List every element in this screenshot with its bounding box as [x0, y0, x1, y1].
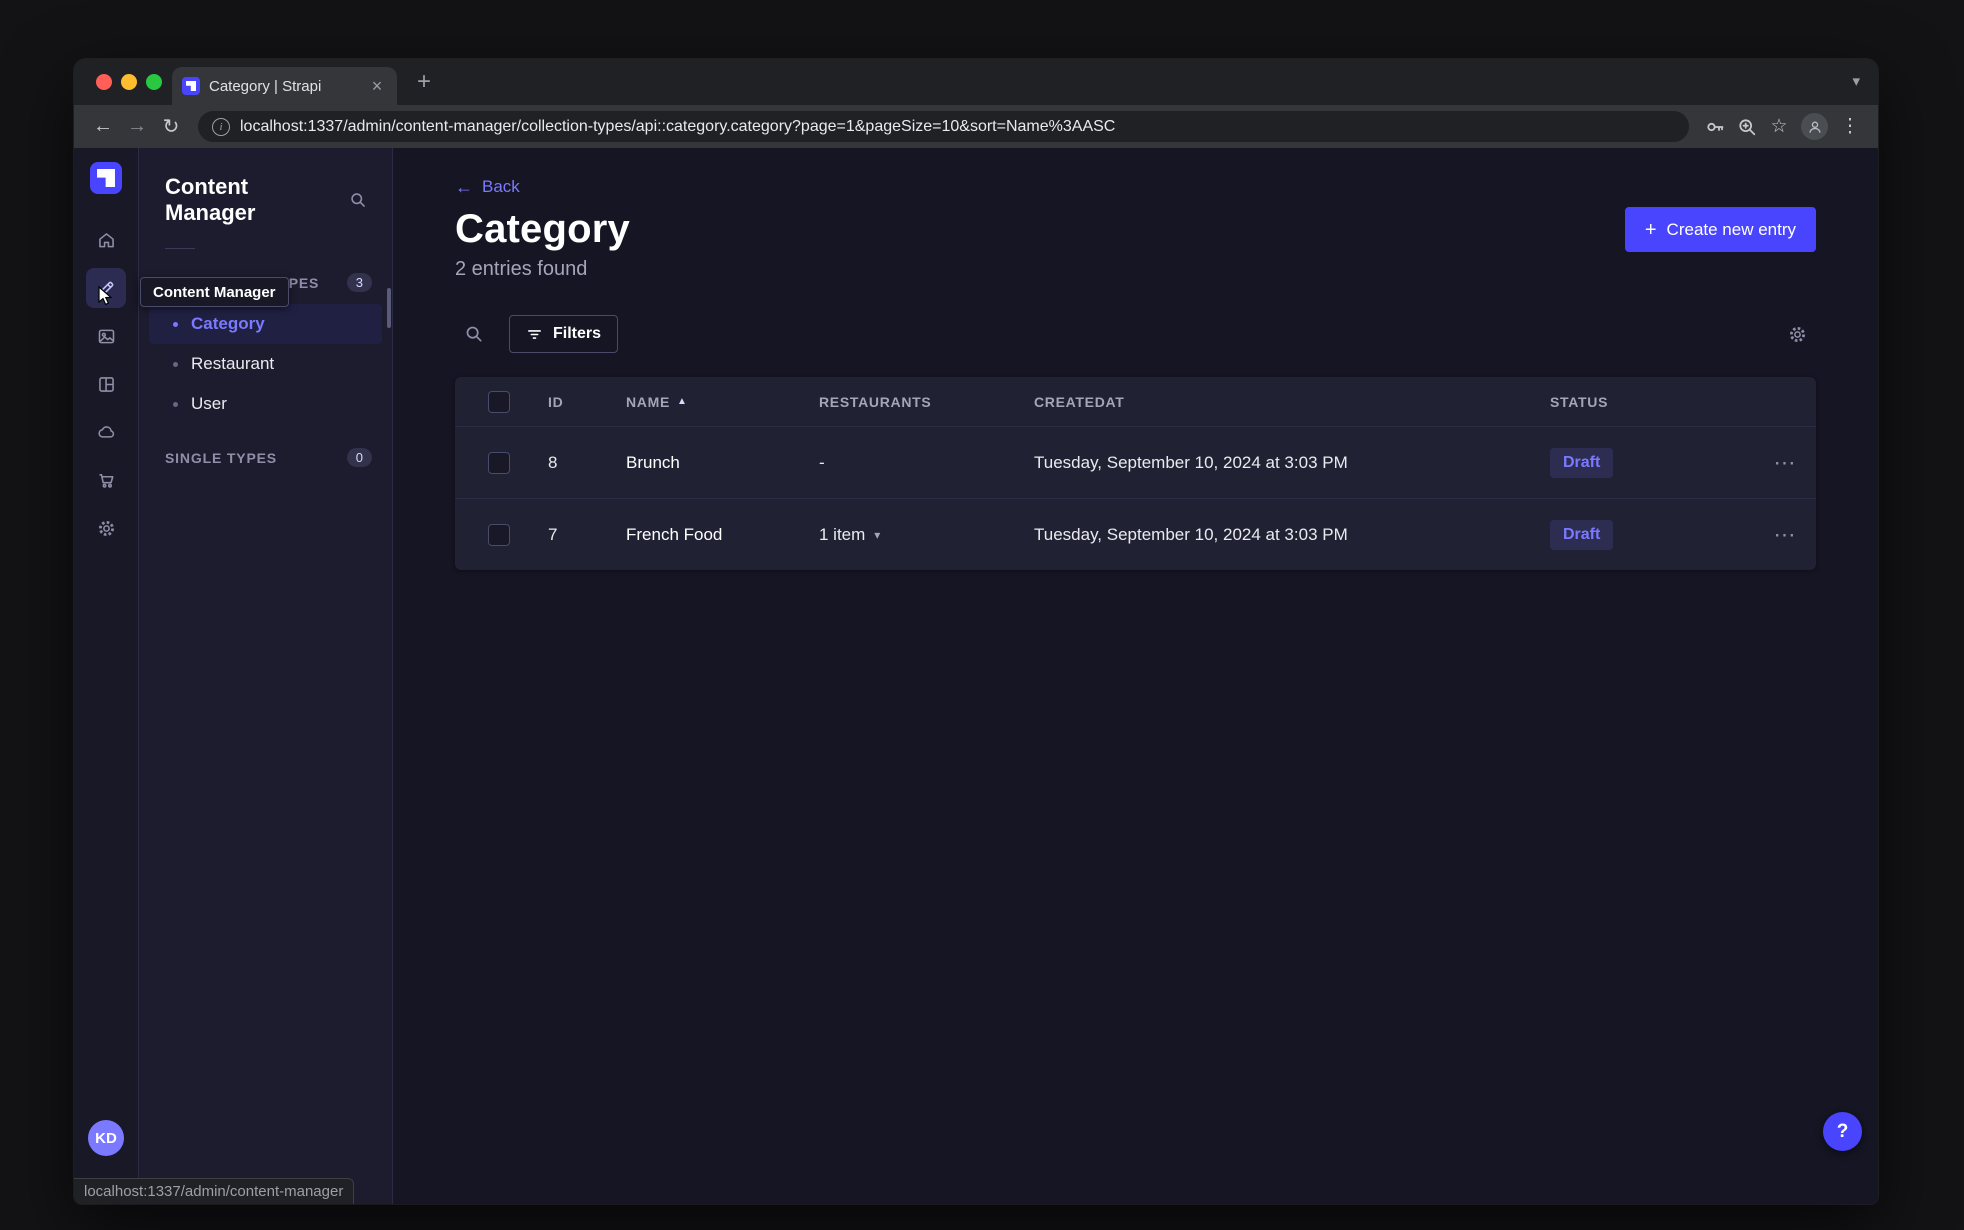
entries-table: ID NAME ▲ RESTAURANTS CREATEDAT STATUS 8… — [455, 377, 1816, 570]
tab-strip: Category | Strapi × + ▾ — [74, 59, 1878, 105]
cell-id: 8 — [548, 452, 558, 472]
browser-toolbar: ← → ↻ i localhost:1337/admin/content-man… — [74, 105, 1878, 148]
cell-createdat: Tuesday, September 10, 2024 at 3:03 PM — [1034, 524, 1348, 544]
page-title: Category — [455, 207, 630, 251]
strapi-favicon — [182, 77, 200, 95]
sidebar-item-label: Restaurant — [191, 354, 275, 373]
column-header-createdat[interactable]: CREATEDAT — [1034, 394, 1550, 410]
filter-icon — [528, 329, 541, 339]
site-info-icon[interactable]: i — [212, 117, 230, 136]
column-header-restaurants[interactable]: RESTAURANTS — [819, 394, 1034, 410]
list-search-icon[interactable] — [455, 315, 493, 353]
main-content: ← Back Category + Create new entry 2 ent… — [393, 148, 1878, 1204]
tab-close-icon[interactable]: × — [367, 76, 387, 96]
browser-reload-button[interactable]: ↻ — [154, 110, 188, 144]
nav-home-icon[interactable] — [86, 220, 126, 260]
browser-tab[interactable]: Category | Strapi × — [172, 67, 397, 105]
filters-button[interactable]: Filters — [509, 315, 619, 353]
window-controls — [96, 74, 162, 90]
select-all-checkbox[interactable] — [488, 390, 510, 413]
sidebar-item-label: User — [191, 394, 227, 413]
browser-window: Category | Strapi × + ▾ ← → ↻ i localhos… — [74, 59, 1878, 1204]
row-actions-icon[interactable]: ⋯ — [1763, 444, 1807, 482]
sidebar-item-restaurant[interactable]: Restaurant — [149, 344, 382, 384]
cell-restaurants[interactable]: 1 item ▾ — [819, 525, 1034, 545]
cell-name: French Food — [626, 524, 723, 544]
column-header-status[interactable]: STATUS — [1550, 394, 1745, 410]
back-arrow-icon: ← — [455, 177, 473, 197]
view-settings-icon[interactable] — [1778, 315, 1816, 353]
create-new-entry-button[interactable]: + Create new entry — [1624, 207, 1816, 252]
single-types-label: SINGLE TYPES — [165, 449, 277, 466]
tab-search-chevron-icon[interactable]: ▾ — [1852, 72, 1860, 90]
nav-cloud-icon[interactable] — [86, 412, 126, 452]
link-preview-status: localhost:1337/admin/content-manager — [74, 1178, 355, 1204]
cell-id: 7 — [548, 524, 558, 544]
bullet-icon — [173, 321, 178, 327]
nav-media-library-icon[interactable] — [86, 316, 126, 356]
subnav-title: Content Manager — [165, 174, 256, 225]
table-row[interactable]: 7 French Food 1 item ▾ Tuesday, Septembe… — [455, 498, 1816, 570]
row-checkbox[interactable] — [488, 523, 510, 546]
tab-title: Category | Strapi — [209, 77, 322, 95]
close-window-button[interactable] — [96, 74, 112, 90]
back-label: Back — [482, 177, 520, 196]
bullet-icon — [173, 361, 178, 367]
mouse-cursor — [95, 285, 117, 307]
subnav-divider — [165, 248, 195, 249]
strapi-app: KD Content Manager COLLECTION TYPES 3 — [74, 148, 1878, 1204]
sidebar-item-label: Category — [191, 314, 265, 333]
sort-ascending-icon: ▲ — [677, 396, 688, 407]
row-actions-icon[interactable]: ⋯ — [1763, 516, 1807, 554]
table-row[interactable]: 8 Brunch - Tuesday, September 10, 2024 a… — [455, 426, 1816, 498]
content-manager-tooltip: Content Manager — [140, 277, 289, 307]
collection-types-count-badge: 3 — [346, 273, 372, 292]
status-badge: Draft — [1550, 519, 1614, 550]
browser-profile-avatar[interactable] — [1801, 113, 1828, 140]
sidebar-item-category[interactable]: Category — [149, 304, 382, 344]
nav-content-type-builder-icon[interactable] — [86, 364, 126, 404]
minimize-window-button[interactable] — [121, 74, 137, 90]
nav-marketplace-icon[interactable] — [86, 460, 126, 500]
browser-back-button[interactable]: ← — [86, 110, 120, 144]
help-button[interactable]: ? — [1823, 1112, 1862, 1151]
column-header-id[interactable]: ID — [548, 394, 626, 410]
bookmark-star-icon[interactable]: ☆ — [1763, 111, 1795, 143]
subnav-search-icon[interactable] — [342, 184, 374, 216]
plus-icon: + — [1644, 218, 1657, 241]
new-tab-button[interactable]: + — [409, 67, 439, 97]
password-manager-icon[interactable] — [1699, 111, 1731, 143]
cell-restaurants: - — [819, 452, 825, 472]
status-badge: Draft — [1550, 447, 1614, 478]
table-header-row: ID NAME ▲ RESTAURANTS CREATEDAT STATUS — [455, 377, 1816, 426]
entries-count: 2 entries found — [455, 258, 588, 280]
column-header-name[interactable]: NAME ▲ — [626, 394, 819, 410]
url-text[interactable]: localhost:1337/admin/content-manager/col… — [240, 118, 1115, 136]
zoom-icon[interactable] — [1731, 111, 1763, 143]
bullet-icon — [173, 401, 178, 407]
expand-relation-icon: ▾ — [874, 527, 881, 542]
back-link[interactable]: ← Back — [455, 177, 1816, 197]
strapi-logo[interactable] — [90, 162, 122, 194]
single-types-count-badge: 0 — [346, 448, 372, 467]
address-bar[interactable]: i localhost:1337/admin/content-manager/c… — [198, 111, 1689, 142]
cell-createdat: Tuesday, September 10, 2024 at 3:03 PM — [1034, 452, 1348, 472]
nav-settings-icon[interactable] — [86, 508, 126, 548]
user-avatar[interactable]: KD — [88, 1120, 124, 1156]
cell-name: Brunch — [626, 452, 680, 472]
subnav-scrollbar-thumb[interactable] — [387, 288, 391, 328]
row-checkbox[interactable] — [488, 451, 510, 474]
zoom-window-button[interactable] — [146, 74, 162, 90]
browser-menu-icon[interactable]: ⋮ — [1834, 111, 1866, 143]
browser-forward-button[interactable]: → — [120, 110, 154, 144]
sidebar-item-user[interactable]: User — [149, 384, 382, 424]
